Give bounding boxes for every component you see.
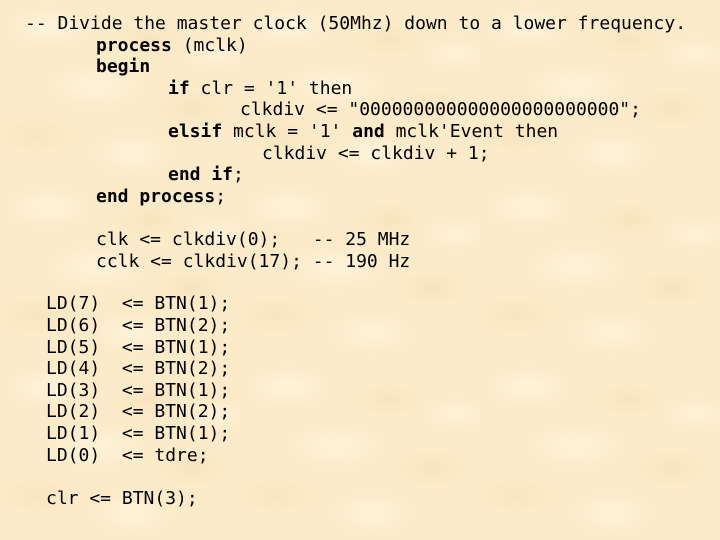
code-keyword: elsif	[168, 121, 223, 142]
code-text: cclk <= clkdiv(17); -- 190 Hz	[96, 251, 411, 272]
code-line-end-process: end process;	[96, 187, 226, 207]
code-text: ;	[215, 186, 227, 207]
code-text: (mclk)	[171, 35, 248, 56]
code-text: LD(0) <= tdre;	[46, 445, 209, 466]
code-text: LD(2) <= BTN(2);	[46, 401, 231, 422]
code-line-end-if: end if;	[168, 165, 244, 185]
code-text: clr = '1' then	[189, 78, 353, 99]
code-line-comment-divide: -- Divide the master clock (50Mhz) down …	[25, 14, 686, 34]
code-keyword: process	[96, 35, 172, 56]
code-text: clkdiv <= clkdiv + 1;	[262, 143, 490, 164]
code-line-process-header: process (mclk)	[96, 36, 248, 56]
code-keyword: end if	[168, 164, 234, 185]
code-line-clkdiv-reset: clkdiv <= "000000000000000000000000";	[240, 100, 641, 120]
code-text: mclk = '1'	[222, 121, 353, 142]
code-text: clr <= BTN(3);	[46, 488, 198, 509]
code-text: LD(1) <= BTN(1);	[46, 423, 231, 444]
code-line-elsif-mclk: elsif mclk = '1' and mclk'Event then	[168, 122, 558, 142]
code-keyword: if	[168, 78, 190, 99]
code-line-ld1-assign: LD(1) <= BTN(1);	[46, 424, 230, 444]
code-line-ld3-assign: LD(3) <= BTN(1);	[46, 381, 230, 401]
code-line-ld4-assign: LD(4) <= BTN(2);	[46, 359, 230, 379]
code-line-ld0-assign: LD(0) <= tdre;	[46, 446, 209, 466]
code-line-ld6-assign: LD(6) <= BTN(2);	[46, 316, 230, 336]
code-text: LD(5) <= BTN(1);	[46, 337, 231, 358]
code-text: -- Divide the master clock (50Mhz) down …	[25, 13, 687, 34]
code-text: LD(6) <= BTN(2);	[46, 315, 231, 336]
code-line-clkdiv-increment: clkdiv <= clkdiv + 1;	[262, 144, 490, 164]
code-line-if-clr: if clr = '1' then	[168, 79, 352, 99]
code-text: mclk'Event then	[384, 121, 559, 142]
code-keyword: begin	[96, 56, 151, 77]
code-keyword: and	[352, 121, 385, 142]
code-text: clkdiv <= "000000000000000000000000";	[240, 99, 641, 120]
code-line-ld7-assign: LD(7) <= BTN(1);	[46, 294, 230, 314]
code-line-cclk-assign: cclk <= clkdiv(17); -- 190 Hz	[96, 252, 410, 272]
code-text: LD(4) <= BTN(2);	[46, 358, 231, 379]
code-text: LD(3) <= BTN(1);	[46, 380, 231, 401]
code-text: clk <= clkdiv(0); -- 25 MHz	[96, 229, 411, 250]
code-line-ld2-assign: LD(2) <= BTN(2);	[46, 402, 230, 422]
code-text: ;	[233, 164, 244, 185]
code-line-begin: begin	[96, 57, 150, 77]
code-keyword: end process	[96, 186, 216, 207]
code-line-clk-assign: clk <= clkdiv(0); -- 25 MHz	[96, 230, 410, 250]
code-slide: -- Divide the master clock (50Mhz) down …	[0, 0, 720, 540]
code-line-clr-assign: clr <= BTN(3);	[46, 489, 198, 509]
code-text: LD(7) <= BTN(1);	[46, 293, 231, 314]
code-line-ld5-assign: LD(5) <= BTN(1);	[46, 338, 230, 358]
